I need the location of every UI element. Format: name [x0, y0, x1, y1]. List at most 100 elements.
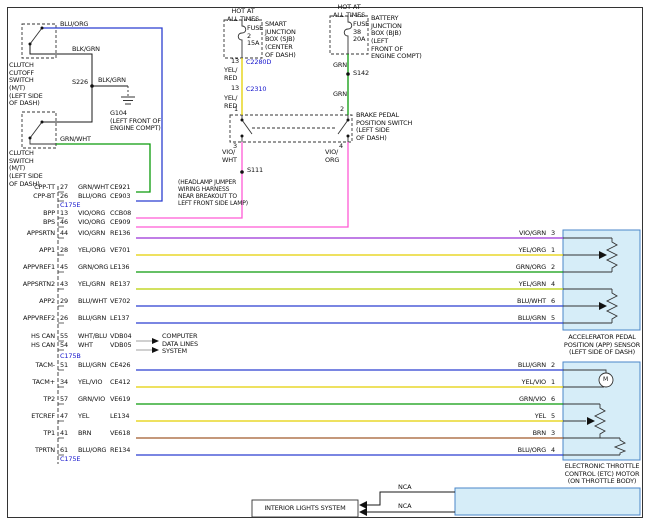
- pcm-row-pin: 26: [60, 193, 68, 201]
- connector-c175e-bottom: C175E: [60, 456, 80, 464]
- pcm-row-label: CPP-BT: [11, 193, 55, 201]
- pcm-row-circuit: VE619: [110, 396, 130, 404]
- app-pin: 2: [551, 264, 555, 272]
- pcm-row-circuit: VE702: [110, 298, 130, 306]
- can-arrow-2: [152, 347, 159, 353]
- pcm-connector: [58, 186, 64, 464]
- splice-label-s142: S142: [353, 70, 369, 78]
- app-sensor-caption: ACCELERATOR PEDAL POSITION (APP) SENSOR …: [556, 334, 648, 357]
- pcm-row-circuit: RE134: [110, 447, 130, 455]
- pcm-row-pin: 47: [60, 413, 68, 421]
- wire-label-blk-grn-1: BLK/GRN: [72, 46, 100, 54]
- pcm-row-color: BLU/GRN: [78, 362, 106, 370]
- splice-s142: [346, 72, 350, 76]
- sjb-label: SMART JUNCTION BOX (SJB) (CENTER OF DASH…: [265, 21, 296, 59]
- app-pin: 5: [551, 315, 555, 323]
- app-wire-color: YEL/ORG: [500, 247, 546, 255]
- wire-label-blu-org: BLU/ORG: [60, 21, 88, 29]
- nca-label-1: NCA: [398, 484, 411, 492]
- wire-green: [56, 54, 563, 404]
- pcm-row-label: TACM+: [11, 379, 55, 387]
- pcm-row-circuit: CCB08: [110, 210, 131, 218]
- pcm-row-label: APP1: [11, 247, 55, 255]
- pcm-row-color: BLU/WHT: [78, 298, 107, 306]
- wire-blue: [42, 28, 563, 455]
- pcm-row-pin: 44: [60, 230, 68, 238]
- pcm-row-pin: 45: [60, 264, 68, 272]
- wire-gray: [136, 341, 152, 350]
- fuse1-pin-a: 13: [231, 58, 239, 66]
- ground-symbol-g104: [121, 97, 135, 104]
- pcm-row-circuit: LE137: [110, 315, 129, 323]
- pcm-row-label: TPRTN: [11, 447, 55, 455]
- pcm-row-circuit: CE921: [110, 184, 130, 192]
- wire-label-grn-2: GRN: [333, 91, 347, 99]
- etc-pin: 6: [551, 396, 555, 404]
- app-sensor-box: [563, 230, 640, 330]
- brake-switch-blades: [242, 115, 348, 142]
- pcm-row-label: CPP-TT: [11, 184, 55, 192]
- pcm-row-color: VIO/ORG: [78, 210, 105, 218]
- connector-c175b: C175B: [60, 353, 81, 361]
- app-wire-color: GRN/ORG: [500, 264, 546, 272]
- pcm-row-pin: 57: [60, 396, 68, 404]
- clutch-cutoff-switch-label: CLUTCH CUTOFF SWITCH (M/T) (LEFT SIDE OF…: [9, 62, 43, 108]
- pcm-row-label: TP2: [11, 396, 55, 404]
- brake-pin-4: 4: [339, 143, 343, 151]
- pcm-row-label: HS CAN: [11, 342, 55, 350]
- wiring-diagram-page: BLU/ORG CLUTCH CUTOFF SWITCH (M/T) (LEFT…: [0, 0, 650, 526]
- etc-wire-color: YEL: [500, 413, 546, 421]
- pcm-row-circuit: VE701: [110, 247, 130, 255]
- pcm-row-circuit: VE618: [110, 430, 130, 438]
- wire-yellow: [136, 58, 563, 421]
- etc-wire-color: BLU/GRN: [500, 362, 546, 370]
- pcm-row-pin: 51: [60, 362, 68, 370]
- app-pin: 3: [551, 230, 555, 238]
- wire-label-vio-wht: VIO/ WHT: [222, 149, 237, 164]
- pcm-row-color: VIO/GRN: [78, 230, 105, 238]
- wire-label-grn-wht: GRN/WHT: [60, 136, 91, 144]
- fuse-38-symbol: [344, 16, 352, 54]
- connector-c2310: C2310: [246, 86, 266, 94]
- pcm-row-color: YEL/ORG: [78, 247, 106, 255]
- pcm-row-pin: 46: [60, 219, 68, 227]
- fuse-2-symbol: [238, 20, 246, 58]
- pcm-row-color: YEL/VIO: [78, 379, 102, 387]
- pcm-row-label: BPP: [11, 210, 55, 218]
- pcm-row-circuit: LE134: [110, 413, 129, 421]
- pcm-row-color: BLU/GRN: [78, 315, 106, 323]
- pcm-row-label: BPS: [11, 219, 55, 227]
- pcm-row-circuit: RE136: [110, 230, 130, 238]
- brake-pin-1: 1: [234, 106, 238, 114]
- pcm-row-color: VIO/ORG: [78, 219, 105, 227]
- etc-pin: 4: [551, 447, 555, 455]
- wire-label-blk-grn-2: BLK/GRN: [98, 77, 126, 85]
- pcm-row-color: BLU/ORG: [78, 193, 106, 201]
- pcm-row-color: GRN/VIO: [78, 396, 105, 404]
- hot-at-all-times-1: HOT AT ALL TIMES: [220, 8, 266, 23]
- brake-pin-2: 2: [340, 106, 344, 114]
- pcm-row-circuit: CE412: [110, 379, 130, 387]
- pcm-row-color: WHT: [78, 342, 93, 350]
- app-pin: 6: [551, 298, 555, 306]
- nca-label-2: NCA: [398, 503, 411, 511]
- etc-pin: 2: [551, 362, 555, 370]
- fuse-2-label: FUSE 2 15A: [247, 25, 263, 48]
- fuse1-pin-b: 13: [231, 85, 239, 93]
- can-arrow-1: [152, 338, 159, 344]
- wire-label-vio-org: VIO/ ORG: [325, 149, 339, 164]
- etc-wire-color: YEL/VIO: [500, 379, 546, 387]
- app-pin: 4: [551, 281, 555, 289]
- app-wire-color: BLU/WHT: [500, 298, 546, 306]
- pcm-row-color: YEL/GRN: [78, 281, 105, 289]
- pcm-row-label: APPSRTN2: [11, 281, 55, 289]
- etc-pin: 3: [551, 430, 555, 438]
- wire-label-grn-1: GRN: [333, 62, 347, 70]
- splice-s226: [90, 84, 94, 88]
- interior-arrow-1: [359, 501, 367, 509]
- pcm-row-pin: 55: [60, 333, 68, 341]
- interior-arrow-2: [359, 508, 367, 516]
- clutch-cutoff-switch-box: [22, 24, 56, 58]
- pcm-row-pin: 54: [60, 342, 68, 350]
- pcm-row-pin: 13: [60, 210, 68, 218]
